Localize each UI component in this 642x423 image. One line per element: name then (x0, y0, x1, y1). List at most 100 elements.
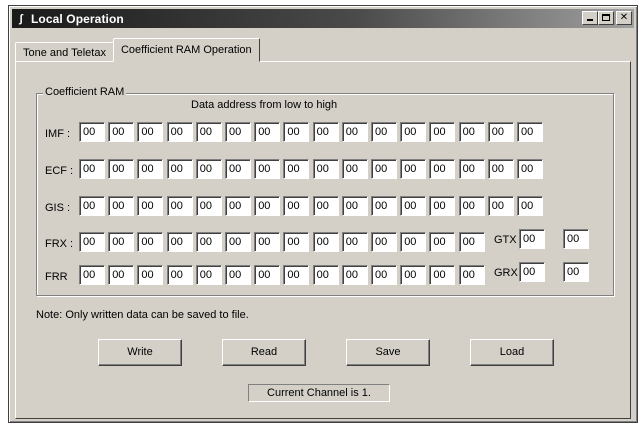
coefficient-input[interactable]: 00 (225, 122, 251, 142)
coefficient-input[interactable]: 00 (429, 159, 456, 179)
coefficient-input[interactable]: 00 (341, 232, 368, 252)
coefficient-input[interactable]: 00 (429, 122, 456, 142)
coefficient-input[interactable]: 00 (458, 159, 485, 179)
coefficient-input[interactable]: 00 (195, 232, 222, 252)
coefficient-input[interactable]: 00 (458, 232, 485, 252)
coefficient-input[interactable]: 00 (108, 122, 135, 142)
coefficient-input[interactable]: 00 (137, 265, 164, 285)
coefficient-input[interactable]: 00 (283, 265, 310, 285)
tab-tone-and-teletax[interactable]: Tone and Teletax (15, 42, 114, 62)
row-label: FRX : (45, 238, 74, 250)
coefficient-input[interactable]: 00 (166, 122, 193, 142)
coefficient-input[interactable]: 00 (283, 122, 310, 142)
coefficient-input[interactable]: 00 (371, 232, 397, 252)
coefficient-input[interactable]: 00 (371, 196, 397, 216)
coefficient-input[interactable]: 00 (225, 159, 251, 179)
coefficient-input[interactable]: 00 (79, 122, 105, 142)
coefficient-input[interactable]: 00 (254, 122, 281, 142)
coefficient-input[interactable]: 00 (458, 265, 485, 285)
coefficient-input[interactable]: 00 (166, 265, 193, 285)
coefficient-input[interactable]: 00 (487, 159, 514, 179)
coefficient-input[interactable]: 00 (458, 122, 485, 142)
coefficient-input[interactable]: 00 (341, 122, 368, 142)
coefficient-input[interactable]: 00 (283, 232, 310, 252)
coefficient-input[interactable]: 00 (79, 159, 105, 179)
tab-coefficient-ram-operation[interactable]: Coefficient RAM Operation (112, 38, 260, 62)
coefficient-input[interactable]: 00 (137, 122, 164, 142)
row-label: GIS : (45, 202, 71, 214)
coefficient-input[interactable]: 00 (195, 122, 222, 142)
coefficient-input[interactable]: 00 (371, 122, 397, 142)
coefficient-input[interactable]: 00 (137, 232, 164, 252)
coefficient-input[interactable]: 00 (254, 265, 281, 285)
coefficient-input[interactable]: 00 (283, 196, 310, 216)
coefficient-input[interactable]: 00 (341, 265, 368, 285)
coefficient-input[interactable]: 00 (371, 159, 397, 179)
coefficient-input[interactable]: 00 (312, 196, 339, 216)
title-bar[interactable]: ∫ Local Operation ✕ (12, 9, 634, 28)
coefficient-input[interactable]: 00 (312, 159, 339, 179)
load-button[interactable]: Load (470, 339, 554, 366)
coefficient-input[interactable]: 00 (312, 122, 339, 142)
coefficient-input[interactable]: 00 (254, 196, 281, 216)
coefficient-input[interactable]: 00 (225, 232, 251, 252)
coefficient-input[interactable]: 00 (517, 196, 543, 216)
gain-input[interactable]: 00 (563, 262, 589, 282)
coefficient-input[interactable]: 00 (254, 232, 281, 252)
gain-input[interactable]: 00 (563, 229, 589, 249)
coefficient-input[interactable]: 00 (195, 265, 222, 285)
minimize-icon (587, 19, 593, 21)
coefficient-input[interactable]: 00 (400, 122, 427, 142)
coefficient-input[interactable]: 00 (225, 196, 251, 216)
coefficient-input[interactable]: 00 (458, 196, 485, 216)
coefficient-input[interactable]: 00 (517, 122, 543, 142)
coefficient-input[interactable]: 00 (225, 265, 251, 285)
coefficient-input[interactable]: 00 (341, 159, 368, 179)
coefficient-input[interactable]: 00 (79, 232, 105, 252)
coefficient-input[interactable]: 00 (283, 159, 310, 179)
gain-input[interactable]: 00 (519, 229, 545, 249)
coefficient-input[interactable]: 00 (79, 196, 105, 216)
coefficient-input[interactable]: 00 (79, 265, 105, 285)
coefficient-input[interactable]: 00 (487, 122, 514, 142)
read-button[interactable]: Read (222, 339, 306, 366)
row-label: ECF : (45, 165, 74, 177)
coefficient-input[interactable]: 00 (166, 159, 193, 179)
coefficient-input[interactable]: 00 (312, 232, 339, 252)
coefficient-input[interactable]: 00 (108, 196, 135, 216)
coefficient-input[interactable]: 00 (487, 196, 514, 216)
coefficient-input[interactable]: 00 (400, 232, 427, 252)
coefficient-input[interactable]: 00 (254, 159, 281, 179)
coefficient-input[interactable]: 00 (312, 265, 339, 285)
coefficient-input[interactable]: 00 (137, 159, 164, 179)
coefficient-input[interactable]: 00 (517, 159, 543, 179)
minimize-button[interactable] (582, 11, 598, 25)
coefficient-input[interactable]: 00 (429, 232, 456, 252)
coefficient-input[interactable]: 00 (166, 232, 193, 252)
coefficient-input[interactable]: 00 (108, 265, 135, 285)
extra-row-label: GRX (494, 267, 518, 279)
coefficient-input[interactable]: 00 (429, 196, 456, 216)
coefficient-input[interactable]: 00 (195, 196, 222, 216)
coefficient-input[interactable]: 00 (341, 196, 368, 216)
local-operation-window: ∫ Local Operation ✕ Tone and Teletax Coe… (8, 5, 638, 423)
save-button[interactable]: Save (346, 339, 430, 366)
close-icon: ✕ (619, 12, 629, 23)
maximize-button[interactable] (598, 11, 614, 25)
row-label: IMF : (45, 128, 71, 140)
coefficient-input[interactable]: 00 (371, 265, 397, 285)
coefficient-input[interactable]: 00 (195, 159, 222, 179)
coefficient-input[interactable]: 00 (137, 196, 164, 216)
coefficient-input[interactable]: 00 (108, 159, 135, 179)
coefficient-input[interactable]: 00 (108, 232, 135, 252)
coefficient-input[interactable]: 00 (429, 265, 456, 285)
gain-input[interactable]: 00 (519, 262, 545, 282)
close-button[interactable]: ✕ (616, 11, 632, 25)
write-button[interactable]: Write (98, 339, 182, 366)
coefficient-input[interactable]: 00 (400, 265, 427, 285)
coefficient-input[interactable]: 00 (400, 159, 427, 179)
maximize-icon (602, 14, 610, 21)
group-title: Coefficient RAM (43, 86, 127, 98)
coefficient-input[interactable]: 00 (400, 196, 427, 216)
coefficient-input[interactable]: 00 (166, 196, 193, 216)
